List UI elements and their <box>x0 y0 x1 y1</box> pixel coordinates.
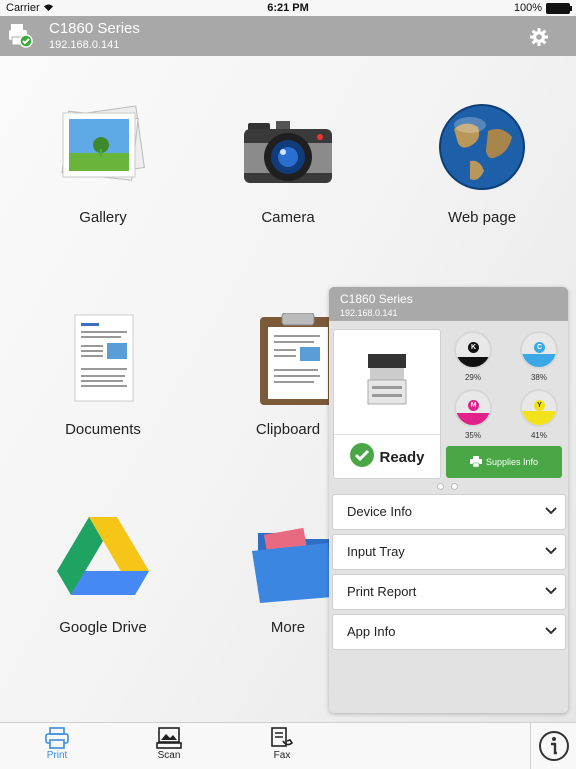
toner-letter: C <box>534 342 545 353</box>
tile-label: Camera <box>261 209 315 226</box>
printer-image <box>366 352 408 413</box>
toner-level-indicator: C <box>520 331 558 369</box>
toner-level-indicator: K <box>454 331 492 369</box>
tile-camera[interactable]: Camera <box>213 101 363 226</box>
toner-gauge-y: Y 41% <box>509 389 568 440</box>
toner-gauge-c: C 38% <box>509 331 568 382</box>
fax-icon <box>271 727 294 747</box>
tab-scan[interactable]: Scan <box>139 727 199 761</box>
battery-status: 100% <box>514 2 572 14</box>
printer-header: C1860 Series 192.168.0.141 <box>0 16 576 56</box>
toner-letter: M <box>468 400 479 411</box>
tile-google-drive[interactable]: Google Drive <box>28 511 178 636</box>
status-text: Ready <box>379 448 425 466</box>
toner-letter: Y <box>534 400 545 411</box>
gallery-icon <box>53 101 153 201</box>
tile-label: Documents <box>65 421 141 438</box>
clipboard-icon <box>238 312 338 413</box>
scan-icon <box>156 727 182 749</box>
panel-header: C1860 Series 192.168.0.141 <box>329 287 568 321</box>
clock: 6:21 PM <box>267 2 309 14</box>
input-tray-row[interactable]: Input Tray <box>332 534 566 570</box>
check-circle-icon <box>349 442 375 472</box>
toner-level-indicator: M <box>454 389 492 427</box>
tile-web-page[interactable]: Web page <box>407 101 557 226</box>
toner-gauge-k: K 29% <box>443 331 503 382</box>
app-info-row[interactable]: App Info <box>332 614 566 650</box>
tile-label: Gallery <box>79 209 127 226</box>
documents-icon <box>53 313 153 413</box>
toner-percent: 29% <box>464 373 481 382</box>
printer-connected-icon[interactable] <box>8 22 34 48</box>
folder-icon <box>238 511 338 611</box>
tile-gallery[interactable]: Gallery <box>28 101 178 226</box>
supplies-info-label: Supplies Info <box>485 457 539 467</box>
chevron-down-icon <box>545 547 557 555</box>
toner-percent: 38% <box>530 373 547 382</box>
tab-fax[interactable]: Fax <box>252 727 312 761</box>
tile-label: Google Drive <box>59 619 147 636</box>
gear-icon[interactable] <box>528 26 550 48</box>
printer-icon <box>469 455 482 469</box>
globe-icon <box>432 101 532 201</box>
device-info-row[interactable]: Device Info <box>332 494 566 530</box>
printer-status-card: Ready <box>333 329 441 479</box>
supplies-info-button[interactable]: Supplies Info <box>446 446 562 478</box>
printer-ip: 192.168.0.141 <box>49 39 120 51</box>
google-drive-icon <box>53 511 153 611</box>
ready-status: Ready <box>334 434 440 479</box>
tile-label: Web page <box>447 209 517 226</box>
toner-level-indicator: Y <box>520 389 558 427</box>
toner-percent: 41% <box>530 431 547 440</box>
info-button[interactable] <box>530 723 576 769</box>
camera-icon <box>238 101 338 201</box>
toner-letter: K <box>468 342 479 353</box>
chevron-down-icon <box>545 587 557 595</box>
print-icon <box>45 727 69 749</box>
battery-icon <box>546 2 572 14</box>
tile-documents[interactable]: Documents <box>28 313 178 438</box>
info-icon <box>539 731 569 761</box>
printer-status-panel: C1860 Series 192.168.0.141 Ready K 29% C 38… <box>329 287 568 713</box>
tab-print[interactable]: Print <box>27 727 87 761</box>
status-bar: Carrier 6:21 PM 100% <box>0 0 576 16</box>
printer-name: C1860 Series <box>49 20 140 37</box>
chevron-down-icon <box>545 507 557 515</box>
panel-printer-ip: 192.168.0.141 <box>340 308 398 318</box>
toner-percent: 35% <box>464 431 481 440</box>
toner-gauge-m: M 35% <box>443 389 503 440</box>
page-dots[interactable] <box>437 483 458 490</box>
print-report-row[interactable]: Print Report <box>332 574 566 610</box>
tab-bar: Print Scan Fax <box>0 722 576 769</box>
chevron-down-icon <box>545 627 557 635</box>
panel-printer-name: C1860 Series <box>340 292 413 306</box>
